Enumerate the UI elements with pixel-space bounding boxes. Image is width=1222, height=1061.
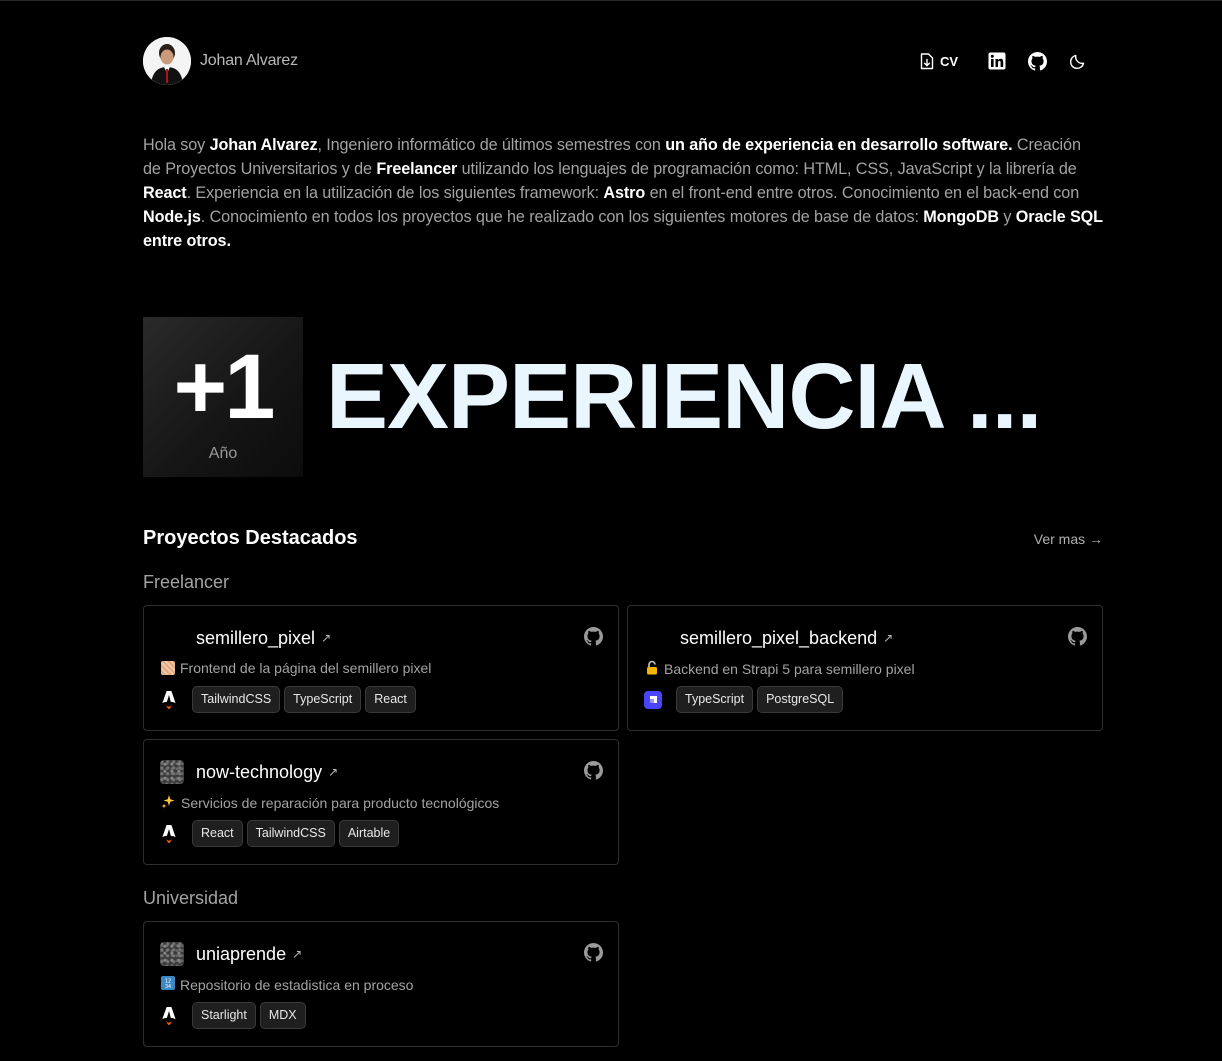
cv-download-button[interactable]: CV — [913, 45, 965, 77]
tech-tag: TypeScript — [284, 686, 362, 713]
external-link-icon: ↗ — [883, 631, 894, 645]
github-icon — [584, 627, 603, 646]
tech-tag: MDX — [259, 1002, 306, 1029]
tech-tag: Starlight — [192, 1002, 256, 1029]
project-header: now-technology ↗ — [160, 760, 338, 784]
astro-icon — [160, 823, 178, 845]
experience-badge: +1 Año — [143, 317, 303, 477]
intro-text: , Ingeniero informático de últimos semes… — [317, 136, 666, 154]
astro-icon — [160, 1005, 178, 1027]
intro-text: . Experiencia en la utilización de los s… — [186, 184, 604, 202]
tech-tags: React TailwindCSS Airtable — [160, 820, 400, 847]
project-header: uniaprende ↗ — [160, 942, 302, 966]
project-description: Backend en Strapi 5 para semillero pixel — [645, 660, 915, 678]
intro-highlight: Node.js — [143, 208, 201, 226]
strapi-icon — [644, 689, 662, 711]
tech-tag: React — [365, 686, 416, 713]
group-title-universidad: Universidad — [143, 888, 239, 908]
tech-tags: TailwindCSS TypeScript React — [160, 686, 416, 713]
intro-paragraph: Hola soy Johan Alvarez, Ingeniero inform… — [143, 133, 1103, 253]
project-logo — [644, 626, 668, 650]
intro-highlight: MongoDB — [923, 208, 999, 226]
avatar — [143, 37, 191, 85]
intro-text: . Conocimiento en todos los proyectos qu… — [200, 208, 924, 226]
home-link[interactable]: Johan Alvarez — [143, 37, 298, 85]
experience-title: EXPERIENCIA ... — [326, 344, 1042, 448]
project-name[interactable]: uniaprende — [196, 944, 286, 965]
see-more-link[interactable]: Ver mas → — [1034, 531, 1103, 547]
project-logo — [160, 760, 184, 784]
linkedin-icon — [988, 52, 1006, 70]
project-description: Servicios de reparación para producto te… — [161, 794, 499, 812]
intro-text: en el front-end entre otros. Conocimient… — [645, 184, 1080, 202]
svg-text:34: 34 — [165, 984, 171, 990]
external-link-icon: ↗ — [292, 947, 303, 961]
intro-highlight: un año de experiencia en desarrollo soft… — [665, 136, 1013, 154]
project-github-link[interactable] — [1068, 627, 1087, 646]
project-logo — [160, 942, 184, 966]
project-card-now-technology[interactable]: now-technology ↗ Servicios de reparación… — [143, 739, 619, 865]
github-icon — [1027, 51, 1047, 71]
header-nav: CV — [913, 45, 1097, 77]
sparkles-icon — [161, 794, 176, 812]
description-text: Repositorio de estadistica en proceso — [180, 976, 414, 993]
tech-tag: TailwindCSS — [192, 686, 281, 713]
intro-highlight: Astro — [603, 184, 646, 202]
group-title-freelancer: Freelancer — [143, 572, 230, 592]
tech-tag: Airtable — [338, 820, 400, 847]
project-description: Frontend de la página del semillero pixe… — [161, 660, 431, 676]
project-header: semillero_pixel ↗ — [160, 626, 331, 650]
author-name: Johan Alvarez — [200, 52, 298, 69]
github-link[interactable] — [1017, 45, 1057, 77]
project-github-link[interactable] — [584, 943, 603, 962]
project-name[interactable]: semillero_pixel_backend — [680, 628, 877, 649]
projects-title: Proyectos Destacados — [143, 527, 358, 549]
tech-tag: TailwindCSS — [246, 820, 335, 847]
project-card-semillero-pixel[interactable]: semillero_pixel ↗ Frontend de la página … — [143, 605, 619, 731]
project-card-uniaprende[interactable]: uniaprende ↗ 12 34 Repositorio de estadis… — [143, 921, 619, 1047]
moon-icon — [1069, 53, 1086, 70]
intro-text: y — [998, 208, 1016, 226]
intro-highlight: React — [143, 184, 187, 202]
experience-unit: Año — [208, 445, 238, 462]
project-logo — [160, 626, 184, 650]
github-icon — [584, 943, 603, 962]
project-github-link[interactable] — [584, 627, 603, 646]
project-name[interactable]: semillero_pixel — [196, 628, 315, 649]
site-header: Johan Alvarez CV — [143, 37, 1103, 85]
linkedin-link[interactable] — [977, 45, 1017, 77]
emoji-icon — [161, 661, 175, 675]
intro-text: Hola soy — [143, 136, 210, 154]
description-text: Backend en Strapi 5 para semillero pixel — [664, 661, 915, 677]
tech-tag: TypeScript — [676, 686, 754, 713]
intro-highlight: Johan Alvarez — [209, 136, 318, 154]
project-description: 12 34 Repositorio de estadistica en proce… — [161, 976, 413, 993]
description-text: Frontend de la página del semillero pixe… — [180, 660, 432, 676]
external-link-icon: ↗ — [321, 631, 332, 645]
tech-tags: TypeScript PostgreSQL — [644, 686, 844, 713]
project-github-link[interactable] — [584, 761, 603, 780]
github-icon — [584, 761, 603, 780]
github-icon — [1068, 627, 1087, 646]
lock-icon — [645, 660, 659, 678]
numbers-icon: 12 34 — [161, 976, 175, 993]
project-header: semillero_pixel_backend ↗ — [644, 626, 893, 650]
tech-tags: Starlight MDX — [160, 1002, 306, 1029]
download-file-icon — [920, 52, 934, 70]
external-link-icon: ↗ — [328, 765, 339, 779]
cv-label: CV — [939, 53, 959, 69]
project-name[interactable]: now-technology — [196, 762, 322, 783]
tech-tag: PostgreSQL — [757, 686, 844, 713]
astro-icon — [160, 689, 178, 711]
intro-highlight: Freelancer — [376, 160, 458, 178]
project-card-semillero-pixel-backend[interactable]: semillero_pixel_backend ↗ Backend en Str… — [627, 605, 1103, 731]
theme-toggle-button[interactable] — [1057, 45, 1097, 77]
top-border — [0, 0, 1222, 1]
intro-text: utilizando los lenguajes de programación… — [457, 160, 1077, 178]
experience-number: +1 — [173, 336, 276, 438]
tech-tag: React — [192, 820, 243, 847]
description-text: Servicios de reparación para producto te… — [181, 795, 500, 811]
